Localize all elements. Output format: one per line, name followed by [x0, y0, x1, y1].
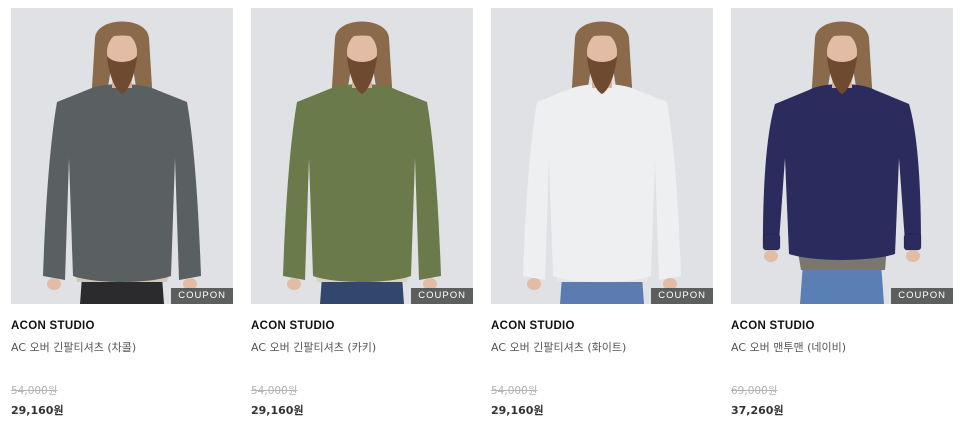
product-card[interactable]: COUPON ACON STUDIO AC 오버 맨투맨 (네이비) 69,00… — [731, 8, 953, 418]
product-brand[interactable]: ACON STUDIO — [491, 320, 713, 336]
product-name[interactable]: AC 오버 맨투맨 (네이비) — [731, 339, 953, 355]
product-image[interactable]: COUPON — [491, 8, 713, 304]
sale-price: 29,160원 — [251, 404, 304, 417]
product-brand[interactable]: ACON STUDIO — [11, 320, 233, 336]
sleeve-cuff — [762, 233, 781, 251]
product-card[interactable]: COUPON ACON STUDIO AC 오버 긴팔티셔츠 (화이트) 54,… — [491, 8, 713, 418]
coupon-badge: COUPON — [891, 288, 953, 304]
product-brand[interactable]: ACON STUDIO — [731, 320, 953, 336]
original-price: 54,000원 — [251, 385, 298, 397]
product-brand[interactable]: ACON STUDIO — [251, 320, 473, 336]
coupon-badge: COUPON — [651, 288, 713, 304]
product-grid: COUPON ACON STUDIO AC 오버 긴팔티셔츠 (차콜) 54,0… — [0, 0, 967, 428]
product-photo — [11, 8, 233, 304]
product-image[interactable]: COUPON — [11, 8, 233, 304]
model-hand — [906, 250, 920, 262]
product-card[interactable]: COUPON ACON STUDIO AC 오버 긴팔티셔츠 (차콜) 54,0… — [11, 8, 233, 418]
coupon-badge: COUPON — [171, 288, 233, 304]
product-photo — [251, 8, 473, 304]
product-card[interactable]: COUPON ACON STUDIO AC 오버 긴팔티셔츠 (카키) 54,0… — [251, 8, 473, 418]
model-hand — [764, 250, 778, 262]
sale-price: 29,160원 — [11, 404, 64, 417]
original-price: 54,000원 — [11, 385, 58, 397]
product-name[interactable]: AC 오버 긴팔티셔츠 (카키) — [251, 339, 473, 355]
product-photo — [491, 8, 713, 304]
model-hand — [47, 278, 61, 290]
sale-price: 29,160원 — [491, 404, 544, 417]
product-image[interactable]: COUPON — [731, 8, 953, 304]
model-hand — [527, 278, 541, 290]
model-hand — [287, 278, 301, 290]
sleeve-cuff — [903, 233, 922, 251]
product-name[interactable]: AC 오버 긴팔티셔츠 (화이트) — [491, 339, 713, 355]
product-photo — [731, 8, 953, 304]
sale-price: 37,260원 — [731, 404, 784, 417]
original-price: 54,000원 — [491, 385, 538, 397]
product-image[interactable]: COUPON — [251, 8, 473, 304]
coupon-badge: COUPON — [411, 288, 473, 304]
original-price: 69,000원 — [731, 385, 778, 397]
product-name[interactable]: AC 오버 긴팔티셔츠 (차콜) — [11, 339, 233, 355]
